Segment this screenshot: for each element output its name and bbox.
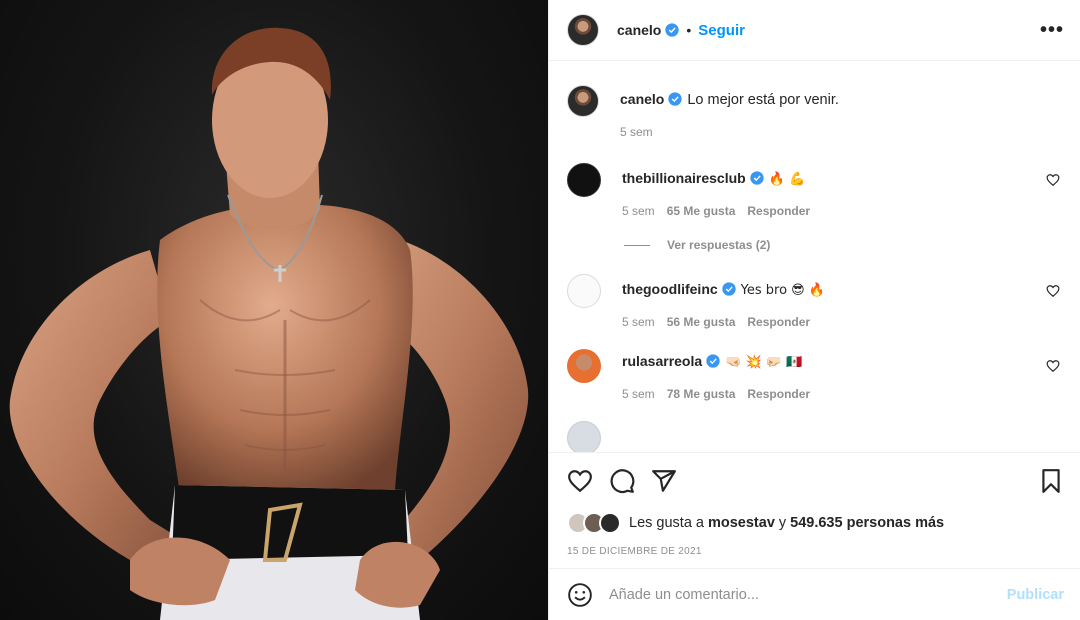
replies-line <box>624 244 650 246</box>
liker-avatar <box>599 512 621 534</box>
liker-avatars[interactable] <box>567 512 621 534</box>
commenter-avatar[interactable] <box>567 349 601 383</box>
post-date[interactable]: 15 de diciembre de 2021 <box>549 538 1080 566</box>
verified-badge-icon <box>722 282 736 296</box>
more-options-icon[interactable]: ••• <box>1040 19 1064 42</box>
separator-dot: • <box>686 22 692 38</box>
author-username[interactable]: canelo <box>617 22 661 38</box>
comment-item: thebillionairesclub 🔥 💪 5 sem 65 Me gusta… <box>567 163 1064 218</box>
comment-text: 🤜🏻 💥 🤛🏻 🇲🇽 <box>725 355 803 370</box>
heart-icon[interactable] <box>1046 359 1060 373</box>
comment-input[interactable] <box>609 586 1007 603</box>
comment-text: Yes bro 😎 🔥 <box>740 283 826 298</box>
smiley-icon[interactable] <box>567 582 593 608</box>
comment-likes[interactable]: 78 Me gusta <box>667 387 736 401</box>
bookmark-icon[interactable] <box>1038 468 1064 494</box>
verified-badge-icon <box>706 354 720 368</box>
comment-item: thegoodlifeinc Yes bro 😎 🔥 5 sem 56 Me gu… <box>567 274 1064 329</box>
commenter-avatar[interactable] <box>567 163 601 197</box>
verified-badge-icon <box>750 171 764 185</box>
likes-joiner: y <box>778 515 787 531</box>
author-avatar[interactable] <box>567 14 599 46</box>
comment-item-partial <box>567 421 1064 452</box>
comment-icon[interactable] <box>609 468 635 494</box>
view-replies-button[interactable]: Ver respuestas (2) <box>624 238 1064 252</box>
verified-badge-icon <box>665 23 680 37</box>
view-replies-label: Ver respuestas (2) <box>667 238 771 252</box>
commenter-avatar[interactable] <box>567 274 601 308</box>
add-comment-bar: Publicar <box>549 568 1080 620</box>
publish-button[interactable]: Publicar <box>1007 587 1064 603</box>
heart-icon[interactable] <box>567 468 593 494</box>
caption-text: Lo mejor está por venir. <box>687 92 839 108</box>
comment-likes[interactable]: 56 Me gusta <box>667 315 736 329</box>
reply-button[interactable]: Responder <box>747 315 810 329</box>
boxer-photo-illustration <box>9 27 529 620</box>
share-icon[interactable] <box>651 468 677 494</box>
post-header: canelo • Seguir ••• <box>549 0 1080 61</box>
caption-body: canelo Lo mejor está por venir. 5 sem <box>620 90 1064 139</box>
author-avatar-caption[interactable] <box>567 85 599 117</box>
follow-button[interactable]: Seguir <box>698 22 745 39</box>
comment-username[interactable]: rulasarreola <box>622 353 702 369</box>
comment-username[interactable]: thegoodlifeinc <box>622 281 718 297</box>
reply-button[interactable]: Responder <box>747 204 810 218</box>
comment-likes[interactable]: 65 Me gusta <box>667 204 736 218</box>
instagram-post: canelo • Seguir ••• canelo Lo mejor está … <box>0 0 1080 620</box>
likes-summary: Les gusta a mosestav y 549.635 personas … <box>549 508 1080 538</box>
heart-icon[interactable] <box>1046 284 1060 298</box>
comment-time[interactable]: 5 sem <box>622 315 655 329</box>
reply-button[interactable]: Responder <box>747 387 810 401</box>
comment-text: 🔥 💪 <box>768 172 806 187</box>
comment-username[interactable]: thebillionairesclub <box>622 170 746 186</box>
comment-time[interactable]: 5 sem <box>622 387 655 401</box>
likes-prefix: Les gusta a <box>629 515 704 531</box>
caption-username[interactable]: canelo <box>620 91 664 107</box>
comment-item: rulasarreola 🤜🏻 💥 🤛🏻 🇲🇽 5 sem 78 Me gusta… <box>567 349 1064 401</box>
likes-others[interactable]: 549.635 personas más <box>790 515 944 531</box>
caption-time[interactable]: 5 sem <box>620 125 653 139</box>
post-photo[interactable] <box>0 0 548 620</box>
comments-list[interactable]: canelo Lo mejor está por venir. 5 sem the… <box>549 61 1080 452</box>
verified-badge-icon <box>668 92 683 106</box>
post-actions-bar <box>549 452 1080 508</box>
comment-time[interactable]: 5 sem <box>622 204 655 218</box>
post-side-panel: canelo • Seguir ••• canelo Lo mejor está … <box>548 0 1080 620</box>
commenter-avatar[interactable] <box>567 421 601 452</box>
heart-icon[interactable] <box>1046 173 1060 187</box>
liker-username[interactable]: mosestav <box>708 515 775 531</box>
post-caption: canelo Lo mejor está por venir. 5 sem <box>567 85 1064 139</box>
